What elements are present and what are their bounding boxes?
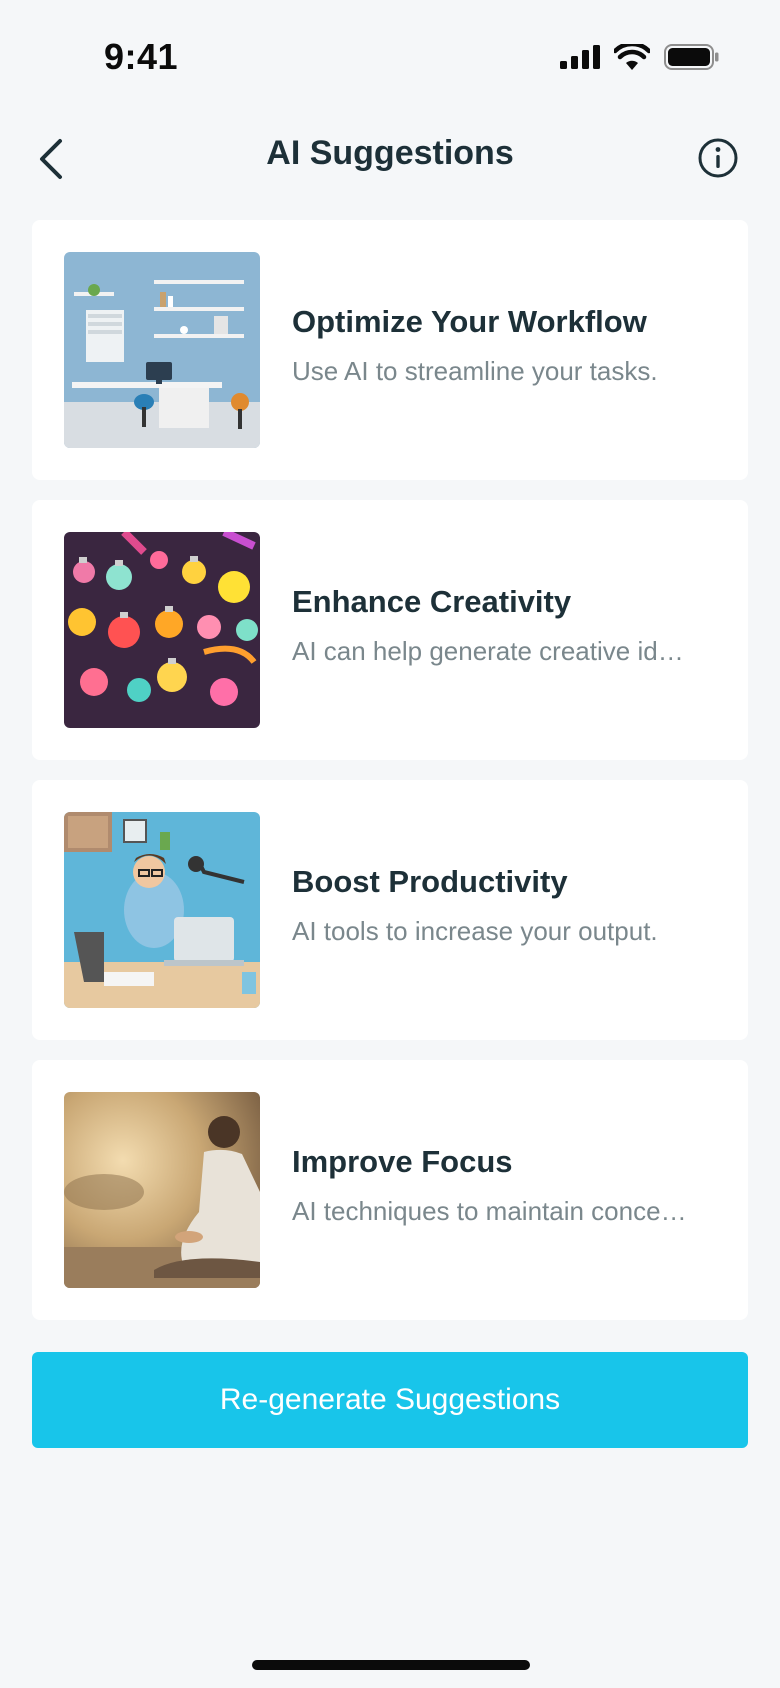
suggestion-text: Optimize Your Workflow Use AI to streaml… [292, 304, 722, 387]
suggestion-text: Improve Focus AI techniques to maintain … [292, 1144, 722, 1227]
suggestion-title: Enhance Creativity [292, 584, 572, 619]
page-title: AI Suggestions [266, 134, 514, 172]
suggestion-subtitle: AI can help generate creative ideas. [292, 636, 692, 666]
suggestion-title: Boost Productivity [292, 864, 568, 899]
status-time: 9:41 [104, 36, 179, 77]
cellular-signal-icon [560, 45, 600, 69]
suggestion-image-workspace [64, 252, 260, 448]
suggestion-subtitle: AI tools to increase your output. [292, 916, 658, 946]
suggestion-subtitle: AI techniques to maintain concentration. [292, 1196, 692, 1226]
suggestion-card[interactable]: Enhance Creativity AI can help generate … [32, 500, 748, 760]
home-indicator[interactable] [252, 1660, 530, 1670]
suggestion-text: Enhance Creativity AI can help generate … [292, 584, 722, 667]
suggestion-text: Boost Productivity AI tools to increase … [292, 864, 722, 947]
wifi-icon [614, 44, 650, 70]
suggestions-list: Optimize Your Workflow Use AI to streaml… [32, 220, 748, 1340]
status-bar: 9:41 [0, 0, 780, 110]
suggestion-image-productivity [64, 812, 260, 1008]
suggestion-title: Optimize Your Workflow [292, 304, 647, 339]
nav-bar: AI Suggestions [0, 118, 780, 198]
suggestion-image-focus [64, 1092, 260, 1288]
info-icon [698, 138, 738, 178]
suggestion-card[interactable]: Improve Focus AI techniques to maintain … [32, 1060, 748, 1320]
suggestion-subtitle: Use AI to streamline your tasks. [292, 356, 658, 386]
info-button[interactable] [694, 134, 742, 182]
status-icons [560, 44, 720, 70]
suggestion-card[interactable]: Boost Productivity AI tools to increase … [32, 780, 748, 1040]
battery-icon [664, 44, 719, 70]
suggestion-card[interactable]: Optimize Your Workflow Use AI to streaml… [32, 220, 748, 480]
suggestion-image-lightbulbs [64, 532, 260, 728]
regenerate-suggestions-button[interactable]: Re-generate Suggestions [32, 1352, 748, 1448]
suggestion-title: Improve Focus [292, 1144, 513, 1179]
